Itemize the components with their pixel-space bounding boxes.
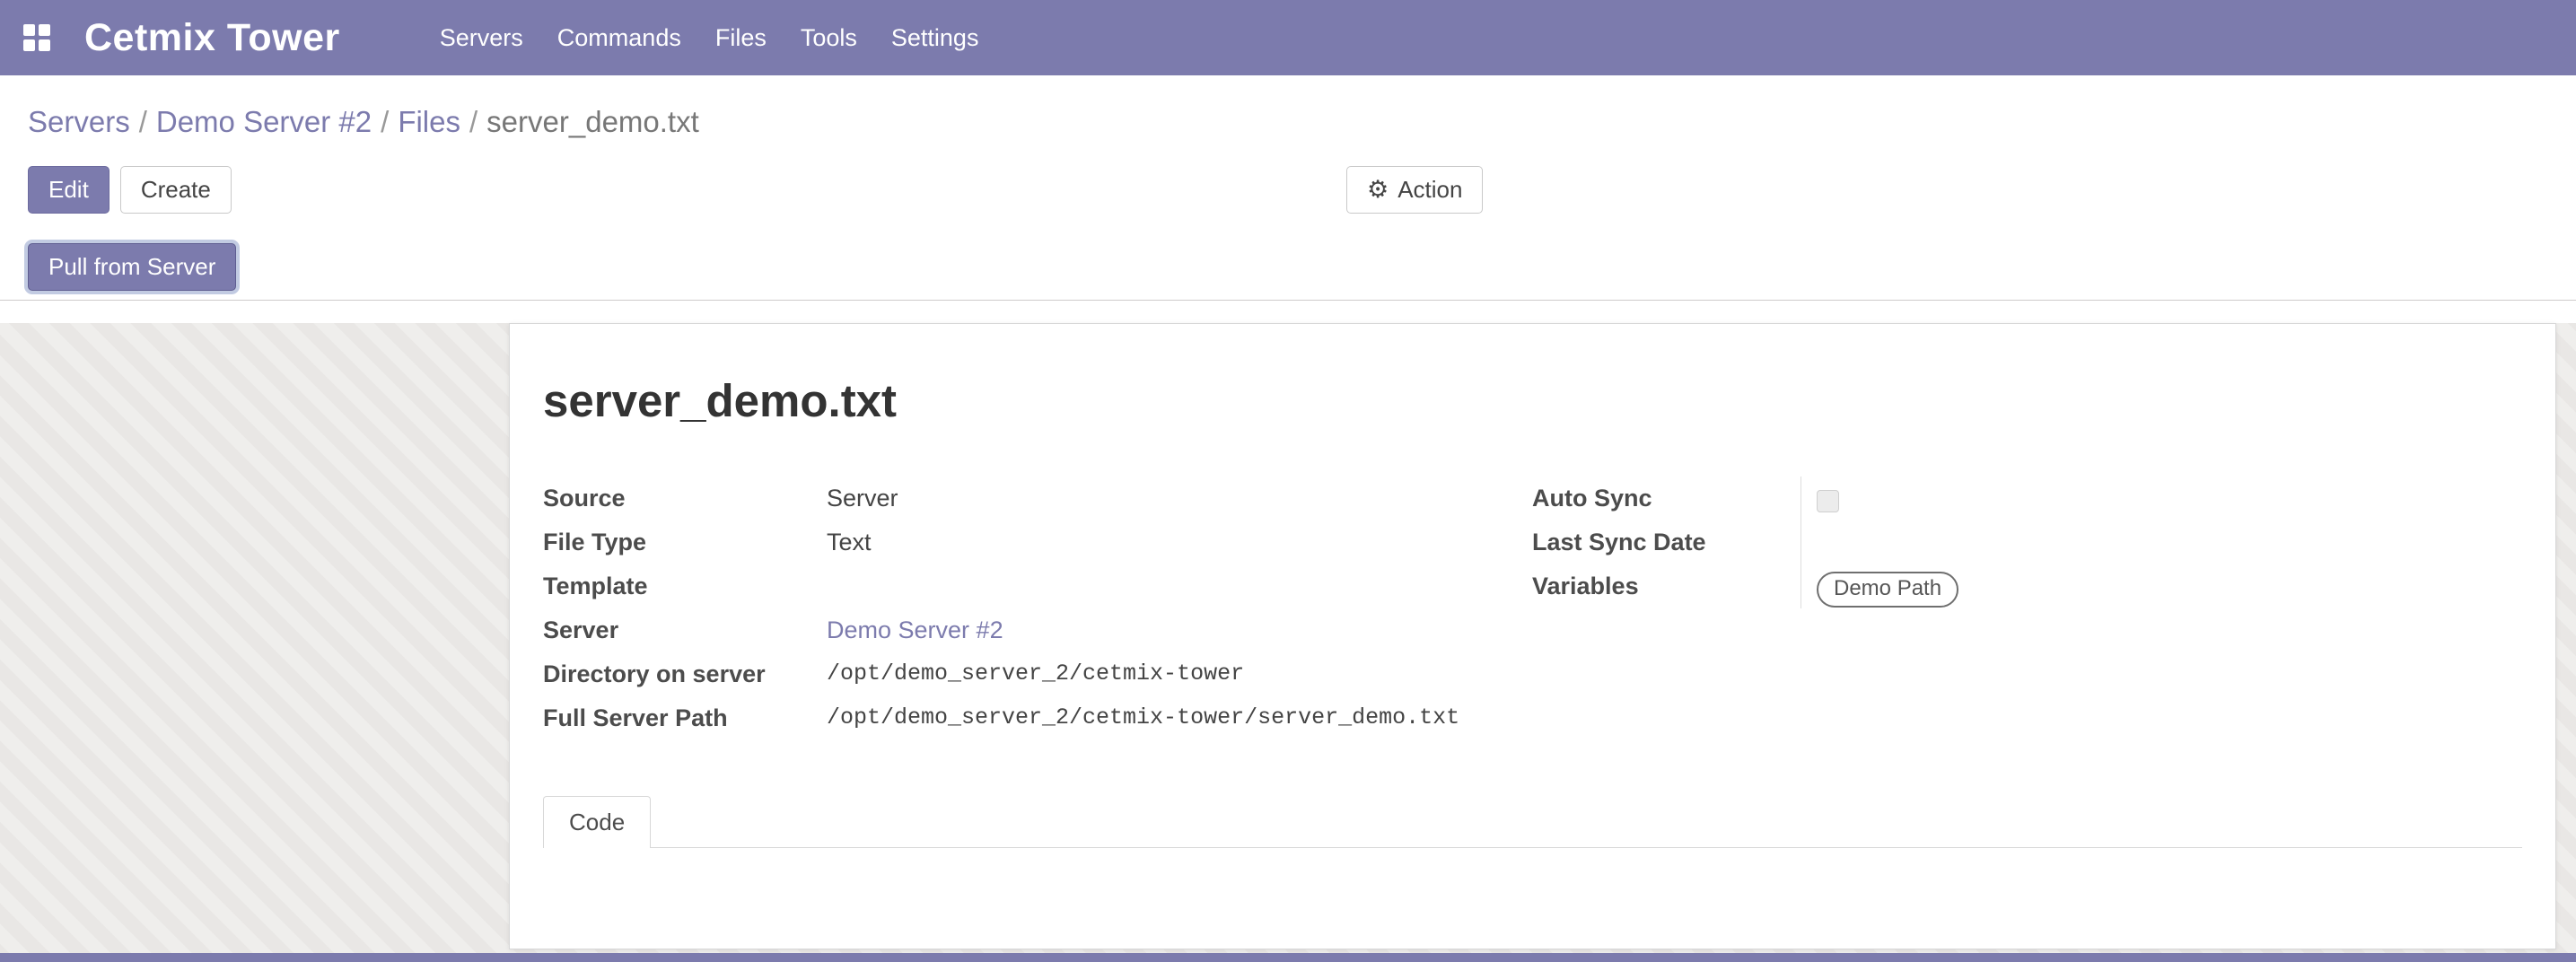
main-menu: Servers Commands Files Tools Settings	[423, 0, 996, 75]
field-row-server: Server Demo Server #2	[543, 608, 1532, 652]
field-row-full-path: Full Server Path /opt/demo_server_2/cetm…	[543, 696, 1532, 740]
form-view-background: server_demo.txt Source Server File Type …	[0, 323, 2576, 962]
menu-item-servers[interactable]: Servers	[423, 0, 540, 75]
field-value-directory: /opt/demo_server_2/cetmix-tower	[827, 652, 1532, 696]
brand-title[interactable]: Cetmix Tower	[84, 16, 340, 60]
field-label: Server	[543, 608, 827, 646]
bottom-accent-bar	[0, 953, 2576, 962]
field-value-last-sync-date	[1801, 520, 2522, 564]
field-row-variables: Variables Demo Path	[1532, 564, 2522, 608]
field-value-full-path: /opt/demo_server_2/cetmix-tower/server_d…	[827, 696, 1532, 740]
field-label: Source	[543, 477, 827, 514]
breadcrumb-separator: /	[372, 105, 398, 138]
statusbar: Pull from Server	[0, 224, 2576, 301]
breadcrumb-separator: /	[130, 105, 156, 138]
field-row-source: Source Server	[543, 477, 1532, 520]
pull-from-server-button[interactable]: Pull from Server	[28, 243, 236, 291]
field-value-file-type: Text	[827, 520, 1532, 564]
code-tab-content	[543, 848, 2522, 949]
field-value-source: Server	[827, 477, 1532, 520]
field-row-auto-sync: Auto Sync	[1532, 477, 2522, 520]
tab-code[interactable]: Code	[543, 796, 651, 848]
field-label: Auto Sync	[1532, 477, 1801, 514]
field-column-left: Source Server File Type Text Template Se…	[543, 477, 1532, 740]
field-row-directory: Directory on server /opt/demo_server_2/c…	[543, 652, 1532, 696]
apps-grid-icon[interactable]	[23, 24, 50, 51]
field-label: Full Server Path	[543, 696, 827, 734]
field-label: Last Sync Date	[1532, 520, 1801, 558]
field-label: Directory on server	[543, 652, 827, 690]
app-window: Cetmix Tower Servers Commands Files Tool…	[0, 0, 2576, 962]
toolbar: Edit Create ⚙ Action	[0, 144, 2576, 224]
variable-tag-demo-path: Demo Path	[1817, 572, 1958, 608]
field-value-template	[827, 564, 1532, 608]
breadcrumb-link-files[interactable]: Files	[398, 105, 460, 138]
field-value-variables: Demo Path	[1801, 564, 2522, 608]
edit-button[interactable]: Edit	[28, 166, 110, 214]
field-row-file-type: File Type Text	[543, 520, 1532, 564]
breadcrumb: Servers/Demo Server #2/Files/server_demo…	[0, 75, 2576, 144]
menu-item-tools[interactable]: Tools	[784, 0, 874, 75]
breadcrumb-separator: /	[460, 105, 486, 138]
menu-item-files[interactable]: Files	[698, 0, 784, 75]
create-button[interactable]: Create	[120, 166, 232, 214]
control-panel: Servers/Demo Server #2/Files/server_demo…	[0, 75, 2576, 301]
menu-item-settings[interactable]: Settings	[874, 0, 996, 75]
field-value-server: Demo Server #2	[827, 608, 1532, 652]
field-group: Source Server File Type Text Template Se…	[543, 477, 2522, 740]
field-label: Template	[543, 564, 827, 602]
top-navbar: Cetmix Tower Servers Commands Files Tool…	[0, 0, 2576, 75]
field-label: File Type	[543, 520, 827, 558]
auto-sync-checkbox[interactable]	[1817, 490, 1839, 512]
form-sheet: server_demo.txt Source Server File Type …	[509, 323, 2556, 949]
field-column-right: Auto Sync Last Sync Date Variables Demo …	[1532, 477, 2522, 740]
field-label: Variables	[1532, 564, 1801, 602]
field-value-auto-sync	[1801, 477, 2522, 520]
gear-icon: ⚙	[1367, 176, 1389, 204]
notebook-tabs: Code	[543, 796, 2522, 848]
action-button-label: Action	[1398, 176, 1462, 204]
field-row-last-sync-date: Last Sync Date	[1532, 520, 2522, 564]
breadcrumb-link-demo-server-2[interactable]: Demo Server #2	[156, 105, 372, 138]
record-title: server_demo.txt	[543, 373, 2522, 429]
menu-item-commands[interactable]: Commands	[540, 0, 698, 75]
breadcrumb-current: server_demo.txt	[486, 105, 699, 138]
field-row-template: Template	[543, 564, 1532, 608]
breadcrumb-link-servers[interactable]: Servers	[28, 105, 130, 138]
action-button[interactable]: ⚙ Action	[1346, 166, 1483, 214]
server-record-link[interactable]: Demo Server #2	[827, 617, 1003, 643]
